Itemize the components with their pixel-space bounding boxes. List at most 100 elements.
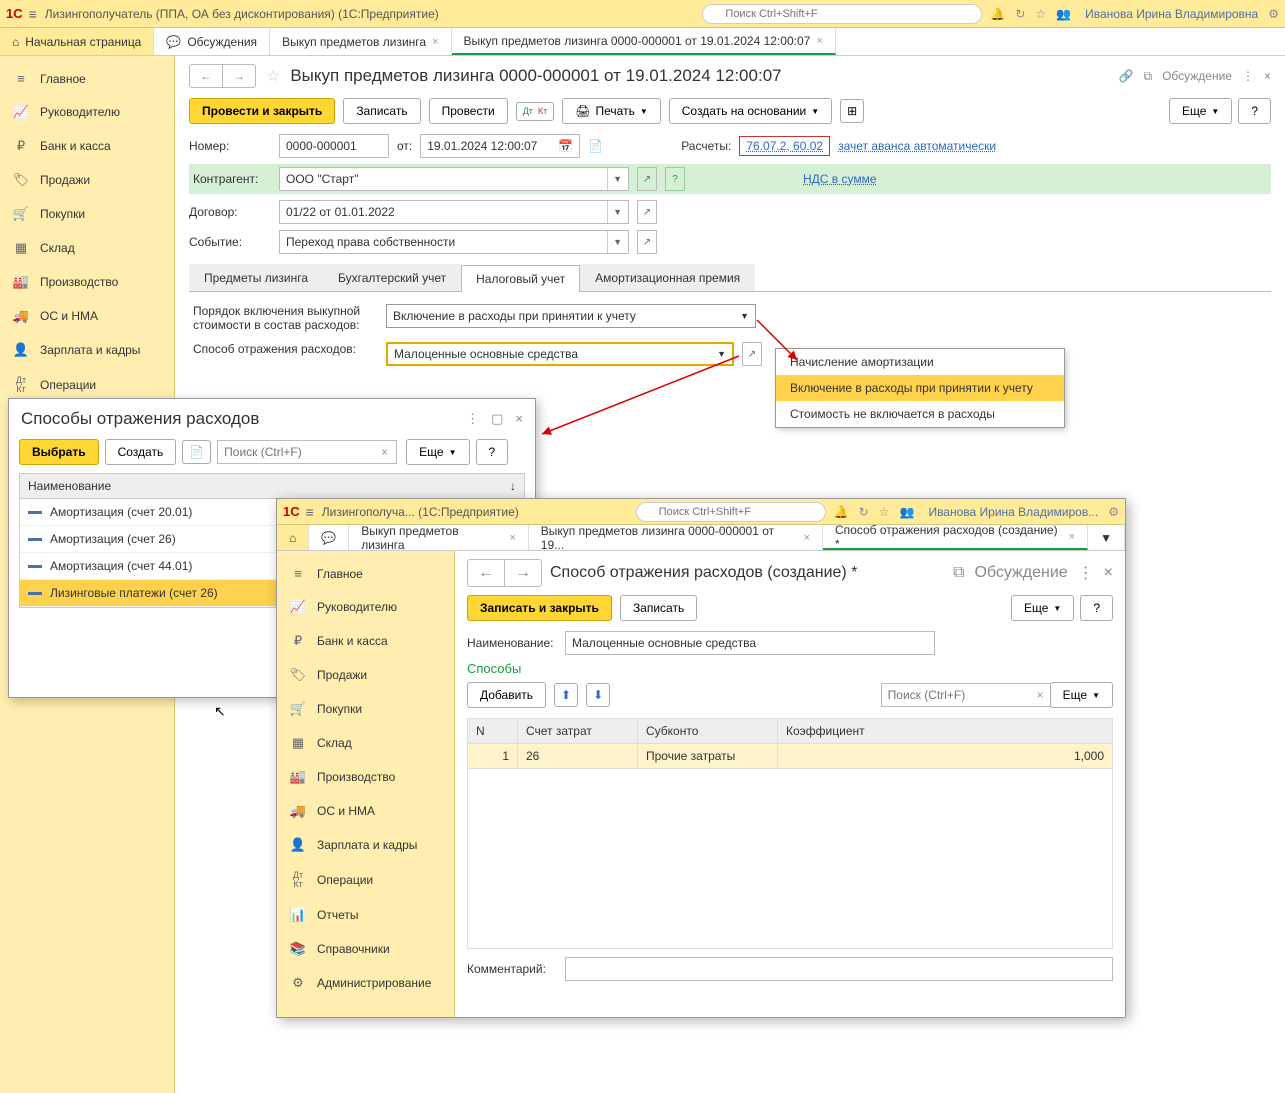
history-icon[interactable]: ↻ [1015,7,1025,21]
contragent-input[interactable]: ООО "Старт"▼ [279,167,629,191]
post-button[interactable]: Провести [429,98,508,124]
sidebar-item-hr[interactable]: 👤Зарплата и кадры [0,333,174,367]
open-ref-icon[interactable]: ↗ [742,342,762,366]
dropdown-option[interactable]: Стоимость не включается в расходы [776,401,1064,427]
subtab-accounting[interactable]: Бухгалтерский учет [323,264,461,291]
nav-back-fwd[interactable]: ←→ [467,559,542,587]
up-button[interactable]: ⬆ [554,683,578,707]
sidebar-item-purchase[interactable]: 🛒Покупки [0,197,174,231]
tab-discuss[interactable]: 💬 [309,525,349,550]
cell-acc[interactable]: 26 [518,744,638,769]
settings-icon[interactable]: ⚙ [1108,505,1119,519]
users-icon[interactable]: 👥 [899,505,914,519]
sidebar-item[interactable]: 🏷Продажи [277,658,454,692]
cell-coef[interactable]: 1,000 [778,744,1113,769]
close-icon[interactable]: × [804,532,810,544]
sort-icon[interactable]: ↓ [510,479,516,493]
select-button[interactable]: Выбрать [19,439,99,465]
col-sub[interactable]: Субконто [638,719,778,744]
subtab-tax[interactable]: Налоговый учет [461,265,580,292]
sidebar-item[interactable]: ≡Главное [277,557,454,590]
open-ref-icon[interactable]: ↗ [637,167,657,191]
sidebar-item[interactable]: 🛒Покупки [277,692,454,726]
create-button[interactable]: Создать [105,439,177,465]
date-input[interactable]: 19.01.2024 12:00:07📅 [420,134,580,158]
sidebar-item-manager[interactable]: 📈Руководителю [0,95,174,129]
calendar-icon[interactable]: 📅 [558,139,573,153]
chevron-down-icon[interactable]: ▼ [717,349,726,359]
method-select[interactable]: Малоценные основные средства▼ [386,342,734,366]
sidebar-item-main[interactable]: ≡Главное [0,62,174,95]
open-ref-icon[interactable]: ↗ [637,230,657,254]
number-input[interactable]: 0000-000001 [279,134,389,158]
global-search[interactable] [702,4,982,24]
discuss-link[interactable]: Обсуждение [1162,69,1232,83]
chevron-down-icon[interactable]: ▼ [740,311,749,321]
dropdown-option-selected[interactable]: Включение в расходы при принятии к учету [776,375,1064,401]
chevron-down-icon[interactable]: ▼ [607,168,622,190]
open-ref-icon[interactable]: ↗ [637,200,657,224]
close-icon[interactable]: × [1104,564,1113,582]
tabs-dropdown[interactable]: ▼ [1088,525,1125,550]
star-icon[interactable]: ☆ [1035,7,1046,21]
close-icon[interactable]: × [1069,531,1075,543]
more-button[interactable]: Еще▼ [1011,595,1074,621]
tab-home[interactable]: ⌂Начальная страница [0,28,154,55]
search-input[interactable] [702,4,982,24]
sidebar-item[interactable]: ⚙Администрирование [277,966,454,1000]
more-button[interactable]: Еще▼ [1050,682,1113,708]
help-button[interactable]: ? [1080,595,1113,621]
search-input[interactable] [636,502,826,522]
forward-icon[interactable]: → [223,65,255,87]
sidebar-item[interactable]: 🚚ОС и НМА [277,794,454,828]
copy-button[interactable]: 📄 [182,440,211,464]
tab-doc-list[interactable]: Выкуп предметов лизинга× [270,28,451,55]
save-icon[interactable]: 📄 [588,139,603,153]
link-icon[interactable]: 🔗 [1119,69,1134,83]
col-coef[interactable]: Коэффициент [778,719,1113,744]
close-icon[interactable]: × [432,36,438,48]
sidebar-item[interactable]: 📚Справочники [277,932,454,966]
more-button[interactable]: Еще▼ [1169,98,1232,124]
col-n[interactable]: N [468,719,518,744]
maximize-icon[interactable]: ▢ [491,411,503,427]
table-row[interactable]: 1 26 Прочие затраты 1,000 [468,744,1113,769]
post-and-close-button[interactable]: Провести и закрыть [189,98,335,124]
dtdt-button[interactable]: ДтКт [516,102,555,121]
sidebar-item[interactable]: 📈Руководителю [277,590,454,624]
more-dots-icon[interactable]: ⋮ [1078,563,1094,583]
close-icon[interactable]: × [515,411,523,427]
favorite-star-icon[interactable]: ☆ [266,66,280,86]
hamburger-icon[interactable]: ≡ [306,504,314,520]
table-search-input[interactable] [881,683,1051,707]
tab-discuss[interactable]: 💬Обсуждения [154,28,270,55]
bell-icon[interactable]: 🔔 [834,505,849,519]
sidebar-item-bank[interactable]: ₽Банк и касса [0,129,174,163]
chevron-down-icon[interactable]: ▼ [607,231,622,253]
close-icon[interactable]: × [509,532,515,544]
settings-icon[interactable]: ⚙ [1268,7,1279,21]
col-acc[interactable]: Счет затрат [518,719,638,744]
sidebar-item-sales[interactable]: 🏷Продажи [0,163,174,197]
nav-back-fwd[interactable]: ←→ [189,64,256,88]
tab-home[interactable]: ⌂ [277,525,309,550]
sidebar-item[interactable]: ДтКтОперации [277,862,454,898]
tab-2[interactable]: Выкуп предметов лизинга 0000-000001 от 1… [529,525,823,550]
sidebar-item[interactable]: ₽Банк и касса [277,624,454,658]
name-input[interactable]: Малоценные основные средства [565,631,935,655]
contract-input[interactable]: 01/22 от 01.01.2022▼ [279,200,629,224]
forward-icon[interactable]: → [505,560,541,586]
more-dots-icon[interactable]: ⋮ [1242,69,1254,83]
print-button[interactable]: 🖨Печать▼ [562,98,660,124]
sidebar-item[interactable]: 🏭Производство [277,760,454,794]
window-icon[interactable]: ⧉ [1143,69,1152,84]
create-based-button[interactable]: Создать на основании▼ [669,98,832,124]
user-name[interactable]: Иванова Ирина Владимиров... [928,505,1098,519]
chevron-down-icon[interactable]: ▼ [607,201,622,223]
comment-input[interactable] [565,957,1113,981]
tab-doc-active[interactable]: Выкуп предметов лизинга 0000-000001 от 1… [452,28,836,55]
sidebar-item-assets[interactable]: 🚚ОС и НМА [0,299,174,333]
cell-n[interactable]: 1 [468,744,518,769]
save-button[interactable]: Записать [620,595,697,621]
sidebar-item[interactable]: 📊Отчеты [277,898,454,932]
